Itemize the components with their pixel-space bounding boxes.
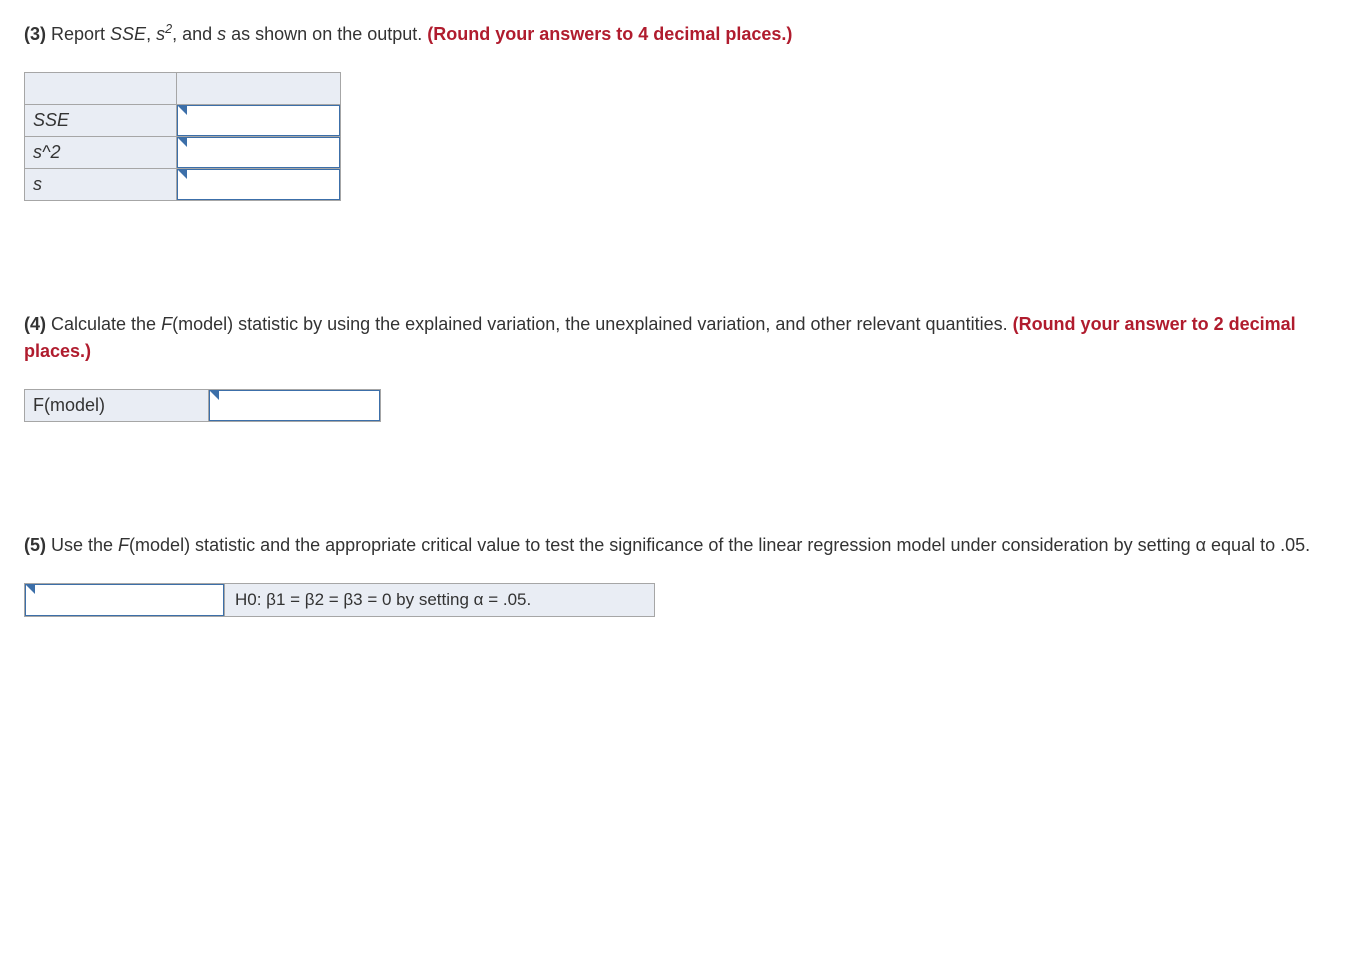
question-5: (5) Use the F(model) statistic and the a… xyxy=(24,532,1348,617)
q3-s2-term: s2 xyxy=(156,24,172,44)
q5-number: (5) xyxy=(24,535,46,555)
input-marker-icon xyxy=(177,137,187,147)
table-row: s^2 xyxy=(25,137,341,169)
input-marker-icon xyxy=(177,105,187,115)
q3-s-term: s xyxy=(217,24,226,44)
q4-f-term: F xyxy=(161,314,172,334)
q3-header-blank-1 xyxy=(25,73,177,105)
q3-input-cell-s2 xyxy=(177,137,341,169)
q4-label-fmodel: F(model) xyxy=(25,390,209,422)
q5-input-cell-decision xyxy=(25,584,225,617)
q5-prompt: (5) Use the F(model) statistic and the a… xyxy=(24,532,1348,559)
q4-input-cell-fmodel xyxy=(209,390,381,422)
q5-hypothesis: H0: β1 = β2 = β3 = 0 by setting α = .05. xyxy=(225,584,655,617)
input-marker-icon xyxy=(177,169,187,179)
q3-header-blank-2 xyxy=(177,73,341,105)
sse-input[interactable] xyxy=(177,105,340,136)
q3-label-sse: SSE xyxy=(25,105,177,137)
question-4: (4) Calculate the F(model) statistic by … xyxy=(24,311,1348,422)
table-row: s xyxy=(25,169,341,201)
q5-f-term: F xyxy=(118,535,129,555)
q4-number: (4) xyxy=(24,314,46,334)
s-input[interactable] xyxy=(177,169,340,200)
question-3: (3) Report SSE, s2, and s as shown on th… xyxy=(24,20,1348,201)
table-row: SSE xyxy=(25,105,341,137)
input-marker-icon xyxy=(209,390,219,400)
q3-header-row xyxy=(25,73,341,105)
input-marker-icon xyxy=(25,584,35,594)
q3-input-cell-sse xyxy=(177,105,341,137)
q4-prompt: (4) Calculate the F(model) statistic by … xyxy=(24,311,1348,365)
q3-hint: (Round your answers to 4 decimal places.… xyxy=(427,24,792,44)
q5-alpha: α xyxy=(1196,535,1206,555)
q3-sse-term: SSE xyxy=(110,24,146,44)
q4-table: F(model) xyxy=(24,389,381,422)
q3-label-s: s xyxy=(25,169,177,201)
s-squared-input[interactable] xyxy=(177,137,340,168)
q3-label-s2: s^2 xyxy=(25,137,177,169)
table-row: F(model) xyxy=(25,390,381,422)
decision-input[interactable] xyxy=(25,584,224,616)
q3-number: (3) xyxy=(24,24,46,44)
q3-input-cell-s xyxy=(177,169,341,201)
q3-table: SSE s^2 s xyxy=(24,72,341,201)
q5-table: H0: β1 = β2 = β3 = 0 by setting α = .05. xyxy=(24,583,655,617)
q3-prompt: (3) Report SSE, s2, and s as shown on th… xyxy=(24,20,1348,48)
table-row: H0: β1 = β2 = β3 = 0 by setting α = .05. xyxy=(25,584,655,617)
f-model-input[interactable] xyxy=(209,390,380,421)
